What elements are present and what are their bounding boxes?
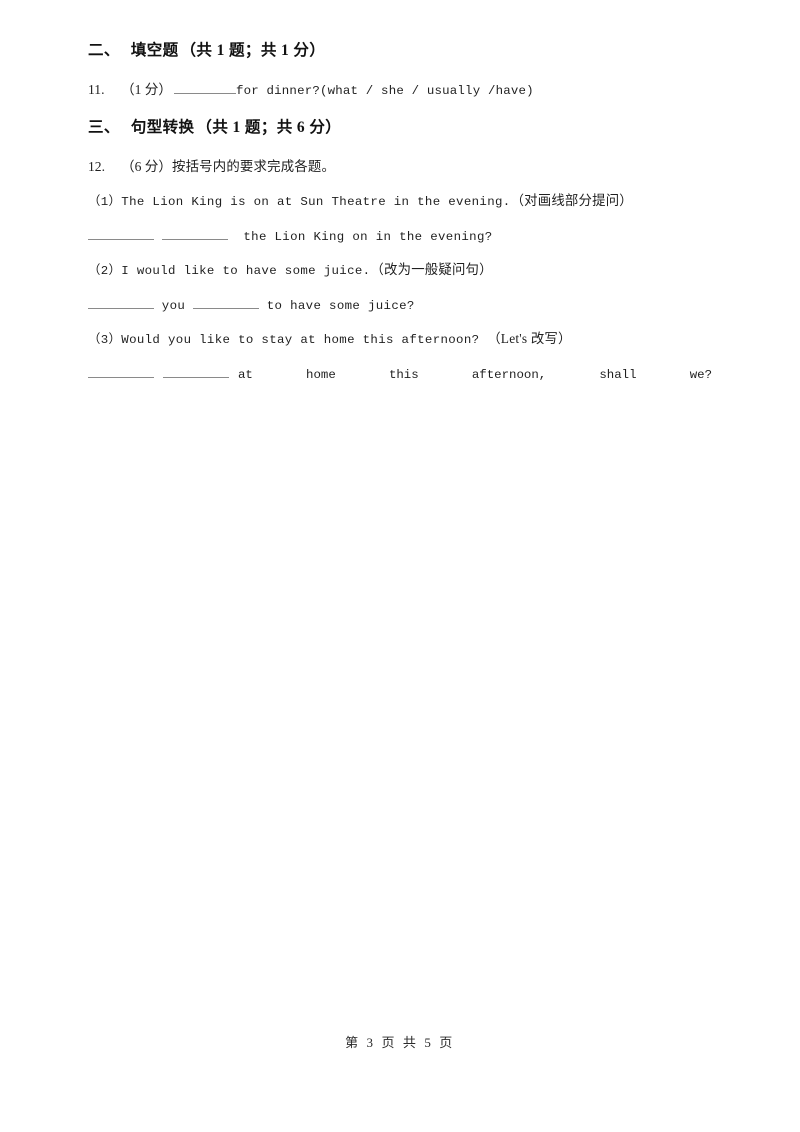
page-content: 二、 填空题 （共 1 题；共 1 分） 11. （1 分） for dinner?(w… <box>88 38 712 384</box>
section-heading-2: 二、 填空题 （共 1 题；共 1 分） <box>88 38 712 64</box>
section-number: 三、 <box>88 119 120 136</box>
sub-question-3-word-5: shall <box>599 368 637 382</box>
sub-question-3-word-4: afternoon, <box>471 368 547 382</box>
sub-question-1-answer: the Lion King on in the evening? <box>88 227 712 246</box>
question-12-score: （6 分） <box>121 159 172 174</box>
sub-question-1-blank-1[interactable] <box>88 227 154 240</box>
sub-question-3-blank-1[interactable] <box>88 365 154 378</box>
sub-question-1-label: （1） <box>88 195 122 209</box>
question-11-number: 11. <box>88 82 105 97</box>
sub-question-2-answer: you to have some juice? <box>88 296 712 315</box>
section-meta: （共 1 题；共 1 分） <box>180 42 326 59</box>
sub-question-1-chinese: （对画线部分提问） <box>510 193 633 208</box>
section-number: 二、 <box>88 42 120 59</box>
question-11: 11. （1 分） for dinner?(what / she / usually… <box>88 80 712 101</box>
sub-question-3-blank-2[interactable] <box>163 365 229 378</box>
question-12-instruction: 按括号内的要求完成各题。 <box>171 159 336 174</box>
sub-question-3-word-2: home <box>306 368 336 382</box>
sub-question-3-word-6: we? <box>689 368 713 382</box>
sub-question-2-answer-mid: you <box>161 299 186 313</box>
sub-question-2-prompt: （2）I would like to have some juice.（改为一般… <box>88 261 712 280</box>
question-11-text: for dinner?(what / she / usually /have) <box>235 84 534 98</box>
question-12: 12. （6 分）按括号内的要求完成各题。 （1）The Lion King is… <box>88 157 712 384</box>
sub-question-3-prompt: （3）Would you like to stay at home this a… <box>88 330 712 349</box>
sub-question-1-answer-tail: the Lion King on in the evening? <box>243 230 493 244</box>
question-12-line: 12. （6 分）按括号内的要求完成各题。 <box>88 157 712 177</box>
sub-question-1-blank-2[interactable] <box>161 227 228 240</box>
section-title: 填空题 <box>130 42 179 59</box>
sub-question-2-chinese: （改为一般疑问句） <box>370 262 493 277</box>
question-11-line: 11. （1 分） for dinner?(what / she / usually… <box>88 80 712 101</box>
question-11-blank[interactable] <box>173 81 236 94</box>
sub-question-2-label: （2） <box>88 264 122 278</box>
sub-question-3-word-3: this <box>388 368 419 382</box>
document-page: 二、 填空题 （共 1 题；共 1 分） 11. （1 分） for dinner?(w… <box>0 0 800 1132</box>
sub-question-3-chinese: （Let's 改写） <box>487 331 572 346</box>
question-12-number: 12. <box>88 159 105 174</box>
sub-question-3-answer: at home this afternoon, shall we? <box>88 365 712 384</box>
sub-question-1-prompt: （1）The Lion King is on at Sun Theatre in… <box>88 192 712 211</box>
page-footer: 第 3 页 共 5 页 <box>0 1032 800 1051</box>
sub-question-3-english: Would you like to stay at home this afte… <box>121 333 480 347</box>
sub-question-1-english: The Lion King is on at Sun Theatre in th… <box>121 195 511 209</box>
sub-question-2-english: I would like to have some juice. <box>121 264 371 278</box>
section-heading-3: 三、 句型转换 （共 1 题；共 6 分） <box>88 115 712 141</box>
sub-question-3-word-1: at <box>238 368 253 382</box>
sub-question-2-blank-1[interactable] <box>88 296 154 309</box>
page-footer-text: 第 3 页 共 5 页 <box>345 1035 455 1050</box>
sub-question-2-blank-2[interactable] <box>192 296 259 309</box>
sub-question-2-answer-tail: to have some juice? <box>266 299 415 313</box>
section-title: 句型转换 <box>130 119 195 136</box>
sub-question-3-label: （3） <box>88 333 122 347</box>
section-meta: （共 1 题；共 6 分） <box>196 119 342 136</box>
question-11-score: （1 分） <box>121 82 172 97</box>
